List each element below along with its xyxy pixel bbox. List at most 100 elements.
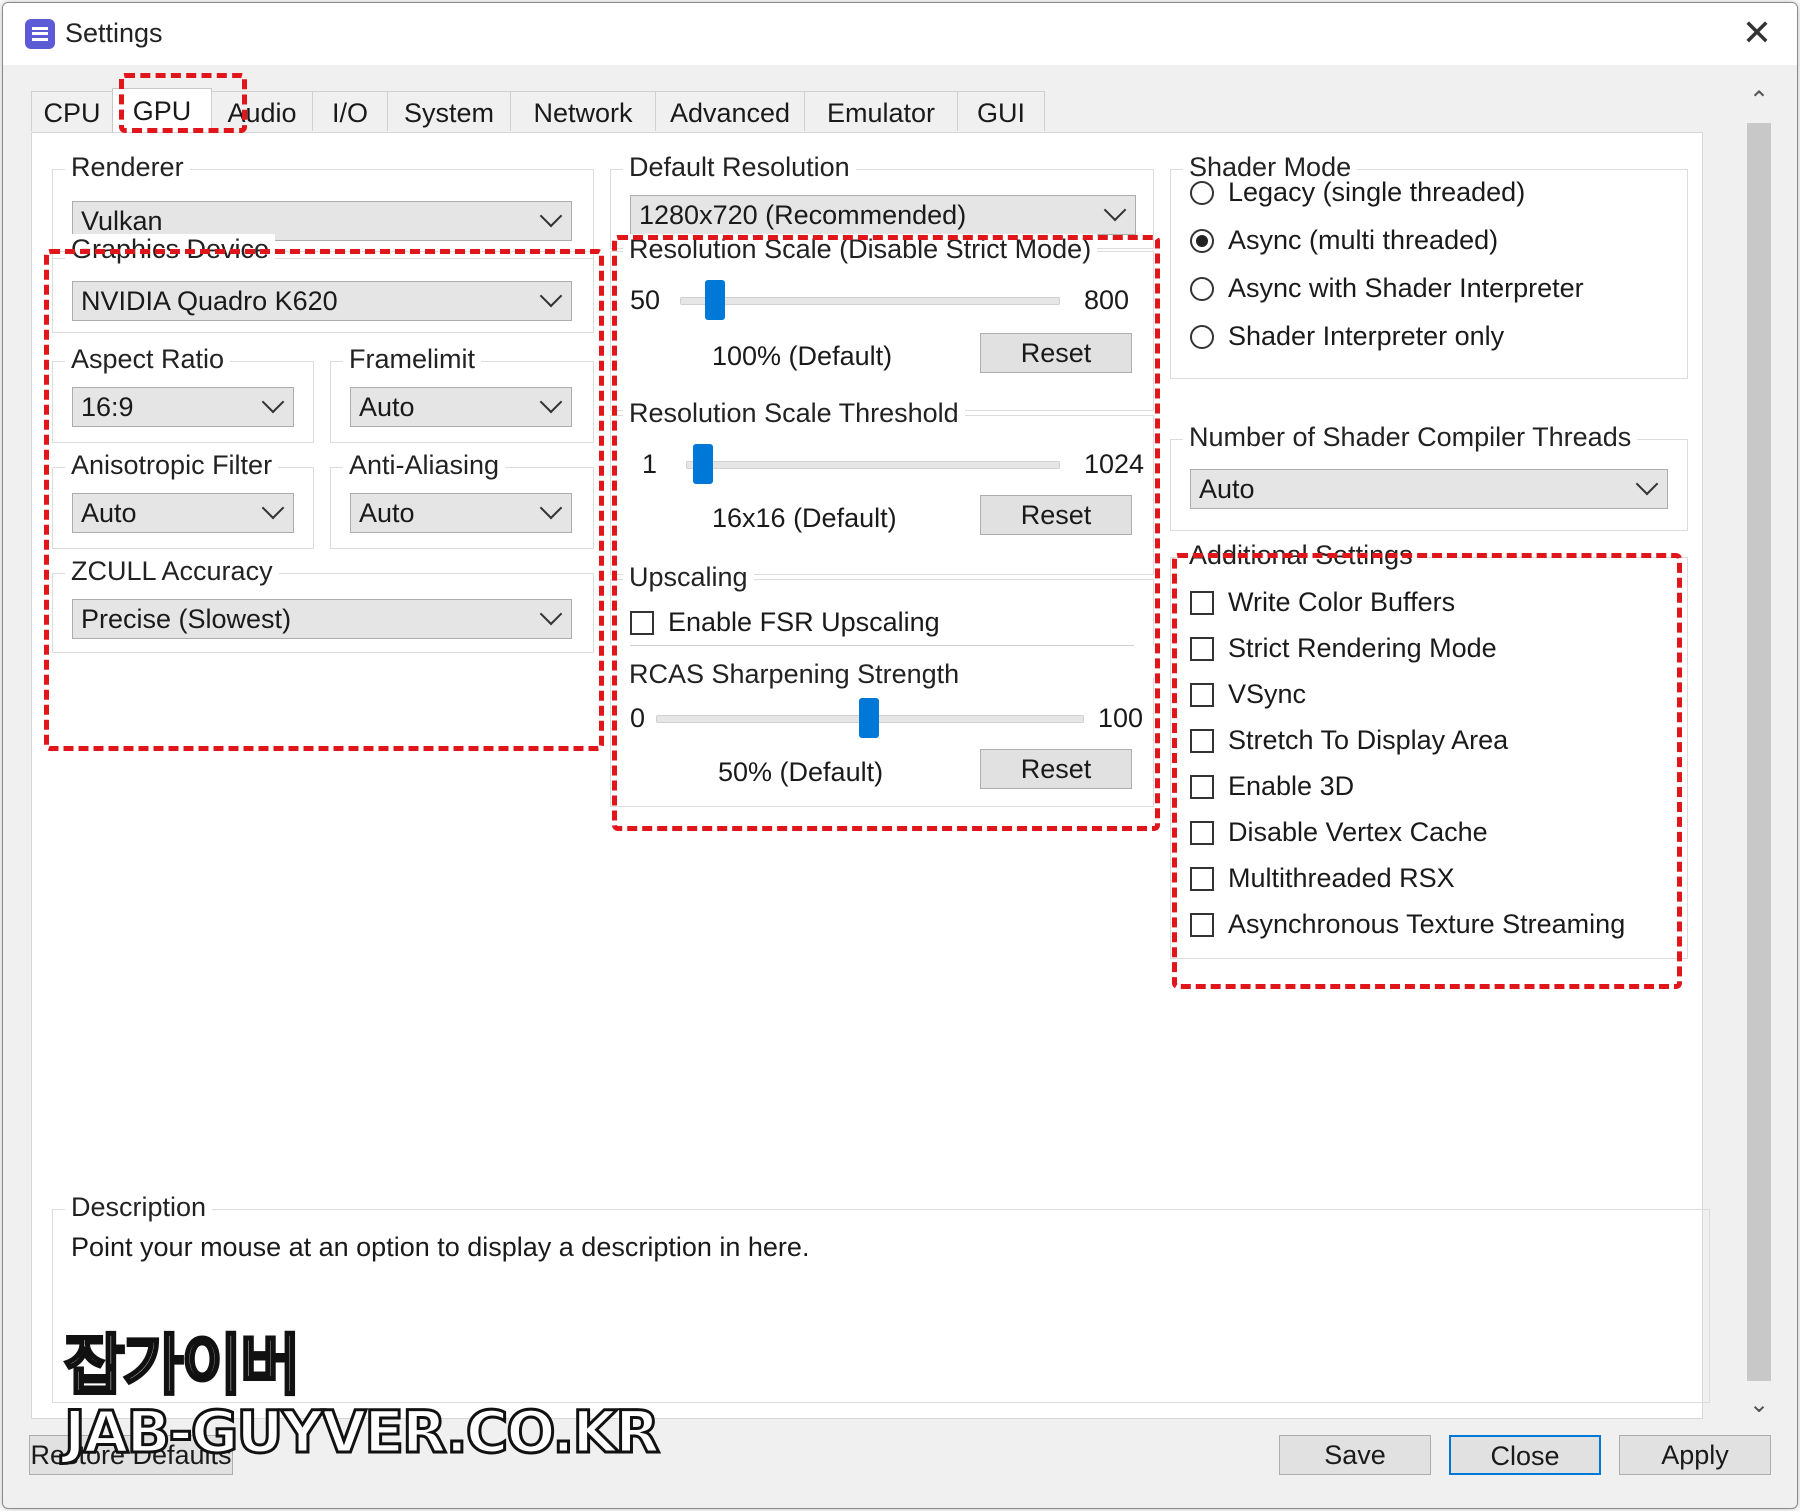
radio-dot[interactable]: [1190, 276, 1214, 301]
description-label: Description: [65, 1192, 213, 1223]
chevron-down-icon: [261, 496, 285, 520]
checkbox-box[interactable]: [1190, 636, 1214, 661]
chevron-down-icon: [261, 390, 285, 414]
threshold-thumb[interactable]: [693, 444, 714, 484]
write-color-buffers-checkbox[interactable]: Write Color Buffers: [1190, 587, 1455, 618]
chevron-down-icon: [1103, 198, 1127, 222]
tab-io[interactable]: I/O: [312, 91, 388, 131]
enable-3d-checkbox[interactable]: Enable 3D: [1190, 771, 1354, 802]
checkbox-box[interactable]: [1190, 728, 1214, 753]
shader-mode-interpreter-only-radio[interactable]: Shader Interpreter only: [1190, 321, 1504, 352]
checkbox-box[interactable]: [1190, 682, 1214, 707]
scroll-thumb[interactable]: [1747, 123, 1771, 1381]
rcas-value: 50% (Default): [718, 757, 884, 787]
graphics-device-value: NVIDIA Quadro K620: [81, 286, 338, 316]
tab-system[interactable]: System: [387, 91, 511, 131]
compiler-threads-value: Auto: [1199, 474, 1255, 504]
aspect-ratio-label: Aspect Ratio: [65, 344, 231, 375]
fsr-label: Enable FSR Upscaling: [668, 607, 940, 637]
checkbox-box[interactable]: [1190, 820, 1214, 845]
resolution-scale-track[interactable]: [680, 297, 1060, 305]
shader-mode-async-radio[interactable]: Async (multi threaded): [1190, 225, 1498, 256]
renderer-value: Vulkan: [81, 206, 163, 236]
shader-mode-legacy-radio[interactable]: Legacy (single threaded): [1190, 177, 1525, 208]
title-bar: Settings ✕: [3, 3, 1797, 65]
shader-mode-async-interpreter-radio[interactable]: Async with Shader Interpreter: [1190, 273, 1584, 304]
multithreaded-rsx-checkbox[interactable]: Multithreaded RSX: [1190, 863, 1455, 894]
checkbox-label: Write Color Buffers: [1228, 587, 1456, 617]
renderer-label: Renderer: [65, 152, 190, 183]
tab-audio[interactable]: Audio: [211, 91, 313, 131]
anti-aliasing-select[interactable]: Auto: [350, 493, 572, 533]
anisotropic-value: Auto: [81, 498, 137, 528]
framelimit-label: Framelimit: [343, 344, 481, 375]
aspect-ratio-select[interactable]: 16:9: [72, 387, 294, 427]
graphics-device-select[interactable]: NVIDIA Quadro K620: [72, 281, 572, 321]
close-button[interactable]: Close: [1449, 1435, 1601, 1475]
zcull-label: ZCULL Accuracy: [65, 556, 279, 587]
tab-gui[interactable]: GUI: [957, 91, 1045, 131]
radio-dot[interactable]: [1190, 180, 1214, 205]
compiler-threads-label: Number of Shader Compiler Threads: [1183, 422, 1638, 453]
tab-cpu[interactable]: CPU: [31, 91, 113, 131]
chevron-down-icon: [539, 602, 563, 626]
anti-aliasing-label: Anti-Aliasing: [343, 450, 506, 481]
default-resolution-select[interactable]: 1280x720 (Recommended): [630, 195, 1136, 235]
checkbox-label: Disable Vertex Cache: [1228, 817, 1488, 847]
resolution-scale-thumb[interactable]: [705, 280, 726, 320]
anisotropic-select[interactable]: Auto: [72, 493, 294, 533]
checkbox-box[interactable]: [1190, 774, 1214, 799]
description-text: Point your mouse at an option to display…: [71, 1232, 810, 1262]
checkbox-box[interactable]: [1190, 590, 1214, 615]
chevron-down-icon: [539, 390, 563, 414]
upscaling-label: Upscaling: [623, 562, 754, 593]
shader-mode-option-label: Async with Shader Interpreter: [1228, 273, 1584, 303]
zcull-select[interactable]: Precise (Slowest): [72, 599, 572, 639]
chevron-down-icon: [539, 496, 563, 520]
shader-mode-option-label: Shader Interpreter only: [1228, 321, 1505, 351]
scroll-up-icon[interactable]: ⌃: [1741, 83, 1777, 119]
app-icon: [25, 19, 55, 49]
strict-rendering-checkbox[interactable]: Strict Rendering Mode: [1190, 633, 1497, 664]
tab-gpu[interactable]: GPU: [112, 88, 212, 132]
fsr-checkbox[interactable]: Enable FSR Upscaling: [630, 607, 940, 638]
scroll-down-icon[interactable]: ⌄: [1741, 1387, 1777, 1423]
async-texture-streaming-checkbox[interactable]: Asynchronous Texture Streaming: [1190, 909, 1625, 940]
save-button[interactable]: Save: [1279, 1435, 1431, 1475]
chevron-down-icon: [539, 204, 563, 228]
compiler-threads-select[interactable]: Auto: [1190, 469, 1668, 509]
radio-dot[interactable]: [1190, 228, 1214, 253]
close-window-icon[interactable]: ✕: [1737, 13, 1777, 53]
checkbox-box[interactable]: [630, 610, 654, 635]
default-resolution-value: 1280x720 (Recommended): [639, 200, 967, 230]
resolution-scale-reset-button[interactable]: Reset: [980, 333, 1132, 373]
radio-dot[interactable]: [1190, 324, 1214, 349]
graphics-device-label: Graphics Device: [65, 234, 276, 265]
apply-button[interactable]: Apply: [1619, 1435, 1771, 1475]
resolution-scale-group: Resolution Scale (Disable Strict Mode): [610, 234, 1154, 411]
checkbox-label: Asynchronous Texture Streaming: [1228, 909, 1626, 939]
vsync-checkbox[interactable]: VSync: [1190, 679, 1306, 710]
default-resolution-label: Default Resolution: [623, 152, 856, 183]
checkbox-box[interactable]: [1190, 912, 1214, 937]
shader-mode-option-label: Legacy (single threaded): [1228, 177, 1526, 207]
tab-network[interactable]: Network: [510, 91, 656, 131]
vertical-scrollbar[interactable]: ⌃ ⌄: [1741, 83, 1777, 1423]
tab-emulator[interactable]: Emulator: [804, 91, 958, 131]
disable-vertex-cache-checkbox[interactable]: Disable Vertex Cache: [1190, 817, 1488, 848]
checkbox-box[interactable]: [1190, 866, 1214, 891]
shader-mode-option-label: Async (multi threaded): [1228, 225, 1499, 255]
checkbox-label: Multithreaded RSX: [1228, 863, 1455, 893]
framelimit-value: Auto: [359, 392, 415, 422]
checkbox-label: Strict Rendering Mode: [1228, 633, 1497, 663]
framelimit-select[interactable]: Auto: [350, 387, 572, 427]
threshold-track[interactable]: [686, 461, 1060, 469]
rcas-thumb[interactable]: [859, 698, 879, 738]
rcas-reset-button[interactable]: Reset: [980, 749, 1132, 789]
anti-aliasing-value: Auto: [359, 498, 415, 528]
threshold-reset-button[interactable]: Reset: [980, 495, 1132, 535]
checkbox-label: Stretch To Display Area: [1228, 725, 1509, 755]
stretch-display-checkbox[interactable]: Stretch To Display Area: [1190, 725, 1508, 756]
tab-advanced[interactable]: Advanced: [655, 91, 805, 131]
watermark-korean: 잡가이버: [63, 1326, 303, 1406]
